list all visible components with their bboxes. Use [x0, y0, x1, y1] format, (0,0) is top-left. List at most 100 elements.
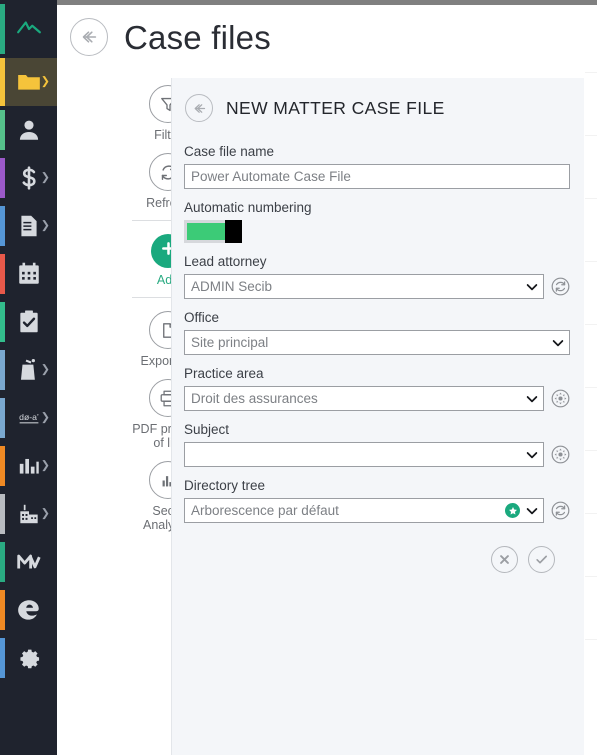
directory-tree-label: Directory tree	[184, 478, 266, 493]
field-case-file-name: Case file name Power Automate Case File	[184, 144, 570, 189]
chevron-right-icon: ❯	[40, 219, 50, 232]
sidebar-item-marketing[interactable]	[0, 538, 57, 586]
directory-tree-select[interactable]: Arborescence par défaut	[184, 498, 544, 523]
sidebar-item-logo[interactable]	[0, 0, 57, 58]
lead-attorney-label: Lead attorney	[184, 254, 267, 269]
confirm-button[interactable]	[528, 546, 555, 573]
field-automatic-numbering: Automatic numbering	[184, 200, 570, 243]
form-fields: Case file name Power Automate Case File …	[172, 122, 584, 573]
page-header: Case files	[70, 18, 271, 56]
sidebar-item-contacts[interactable]	[0, 106, 57, 154]
sidebar-item-calendar[interactable]	[0, 250, 57, 298]
list-item[interactable]	[585, 73, 597, 136]
lead-attorney-value: ADMIN Secib	[191, 279, 273, 294]
sidebar-item-documents[interactable]: ❯	[0, 202, 57, 250]
form-footer	[184, 534, 570, 573]
office-label: Office	[184, 310, 220, 325]
practice-area-value: Droit des assurances	[191, 391, 318, 406]
sidebar-item-firm[interactable]: ❯	[0, 490, 57, 538]
subject-select[interactable]	[184, 442, 544, 467]
directory-tree-refresh-icon[interactable]	[551, 501, 570, 520]
back-button[interactable]	[70, 18, 108, 56]
case-file-list-peek	[585, 10, 597, 755]
person-icon	[16, 117, 42, 143]
sidebar-item-case-files[interactable]: ❯	[0, 58, 57, 106]
checklist-icon	[16, 309, 42, 335]
mw-icon	[16, 549, 42, 575]
list-item[interactable]	[585, 388, 597, 451]
chevron-down-icon	[525, 448, 539, 462]
toggle-thumb	[225, 220, 242, 243]
back-arrow-circle-icon	[78, 26, 100, 48]
sidebar-item-edge-browser[interactable]	[0, 586, 57, 634]
list-item[interactable]	[585, 325, 597, 388]
form-back-button[interactable]	[185, 94, 213, 122]
cancel-button[interactable]	[491, 546, 518, 573]
case-file-name-value: Power Automate Case File	[191, 169, 351, 184]
subject-gear-icon[interactable]	[551, 445, 570, 464]
building-icon	[16, 501, 42, 527]
field-lead-attorney: Lead attorney ADMIN Secib	[184, 254, 570, 299]
courthouse-bag-icon	[16, 357, 42, 383]
list-item[interactable]	[585, 514, 597, 577]
chevron-right-icon: ❯	[40, 411, 50, 424]
dictionary-icon: dø-a’	[16, 405, 42, 431]
gear-icon	[16, 645, 42, 671]
chevron-down-icon	[525, 280, 539, 294]
field-office: Office Site principal	[184, 310, 570, 355]
calendar-icon	[16, 261, 42, 287]
chevron-right-icon: ❯	[40, 363, 50, 376]
document-icon	[16, 213, 42, 239]
list-item[interactable]	[585, 199, 597, 262]
list-item[interactable]	[585, 451, 597, 514]
chevron-right-icon: ❯	[40, 75, 50, 88]
sidebar-item-reports[interactable]: ❯	[0, 442, 57, 490]
practice-area-label: Practice area	[184, 366, 264, 381]
practice-area-gear-icon[interactable]	[551, 389, 570, 408]
page-title: Case files	[124, 18, 271, 56]
cancel-circle-icon	[497, 552, 512, 567]
lead-attorney-select[interactable]: ADMIN Secib	[184, 274, 544, 299]
list-item[interactable]	[585, 136, 597, 199]
chevron-right-icon: ❯	[40, 459, 50, 472]
green-star-icon[interactable]	[505, 503, 520, 518]
sidebar-item-glossary[interactable]: dø-a’ ❯	[0, 394, 57, 442]
automatic-numbering-toggle[interactable]	[184, 220, 242, 243]
sidebar-item-tasks[interactable]	[0, 298, 57, 346]
office-select[interactable]: Site principal	[184, 330, 570, 355]
field-subject: Subject	[184, 422, 570, 467]
sidebar-item-court[interactable]: ❯	[0, 346, 57, 394]
chevron-down-icon	[525, 504, 539, 518]
lead-attorney-refresh-icon[interactable]	[551, 277, 570, 296]
check-circle-icon	[534, 552, 549, 567]
form-header: NEW MATTER CASE FILE	[172, 78, 584, 122]
svg-text:dø-a’: dø-a’	[19, 412, 39, 422]
case-file-name-label: Case file name	[184, 144, 275, 159]
sidebar-item-settings[interactable]	[0, 634, 57, 682]
primary-navigation-rail: ❯ ❯ ❯ ❯ dø-a’ ❯ ❯ ❯	[0, 0, 57, 755]
practice-area-select[interactable]: Droit des assurances	[184, 386, 544, 411]
new-case-file-form: NEW MATTER CASE FILE Case file name Powe…	[171, 78, 584, 755]
secib-logo-icon	[16, 16, 42, 42]
chevron-right-icon: ❯	[40, 507, 50, 520]
dollar-icon	[16, 165, 42, 191]
bar-chart-icon	[16, 453, 42, 479]
subject-label: Subject	[184, 422, 230, 437]
case-file-name-input[interactable]: Power Automate Case File	[184, 164, 570, 189]
folder-icon	[16, 69, 42, 95]
list-item[interactable]	[585, 577, 597, 640]
office-value: Site principal	[191, 335, 269, 350]
chevron-down-icon	[525, 392, 539, 406]
list-item[interactable]	[585, 10, 597, 73]
field-practice-area: Practice area Droit des assurances	[184, 366, 570, 411]
edge-icon	[16, 597, 42, 623]
automatic-numbering-label: Automatic numbering	[184, 200, 312, 215]
main-content: Case files Filter Refresh Add Export lis…	[57, 5, 597, 755]
chevron-down-icon	[551, 336, 565, 350]
list-item[interactable]	[585, 262, 597, 325]
back-arrow-circle-icon	[191, 100, 208, 117]
field-directory-tree: Directory tree Arborescence par défaut	[184, 478, 570, 523]
directory-tree-value: Arborescence par défaut	[191, 503, 339, 518]
application-window: ❯ ❯ ❯ ❯ dø-a’ ❯ ❯ ❯ Case files Filter Re…	[0, 0, 597, 755]
sidebar-item-billing[interactable]: ❯	[0, 154, 57, 202]
